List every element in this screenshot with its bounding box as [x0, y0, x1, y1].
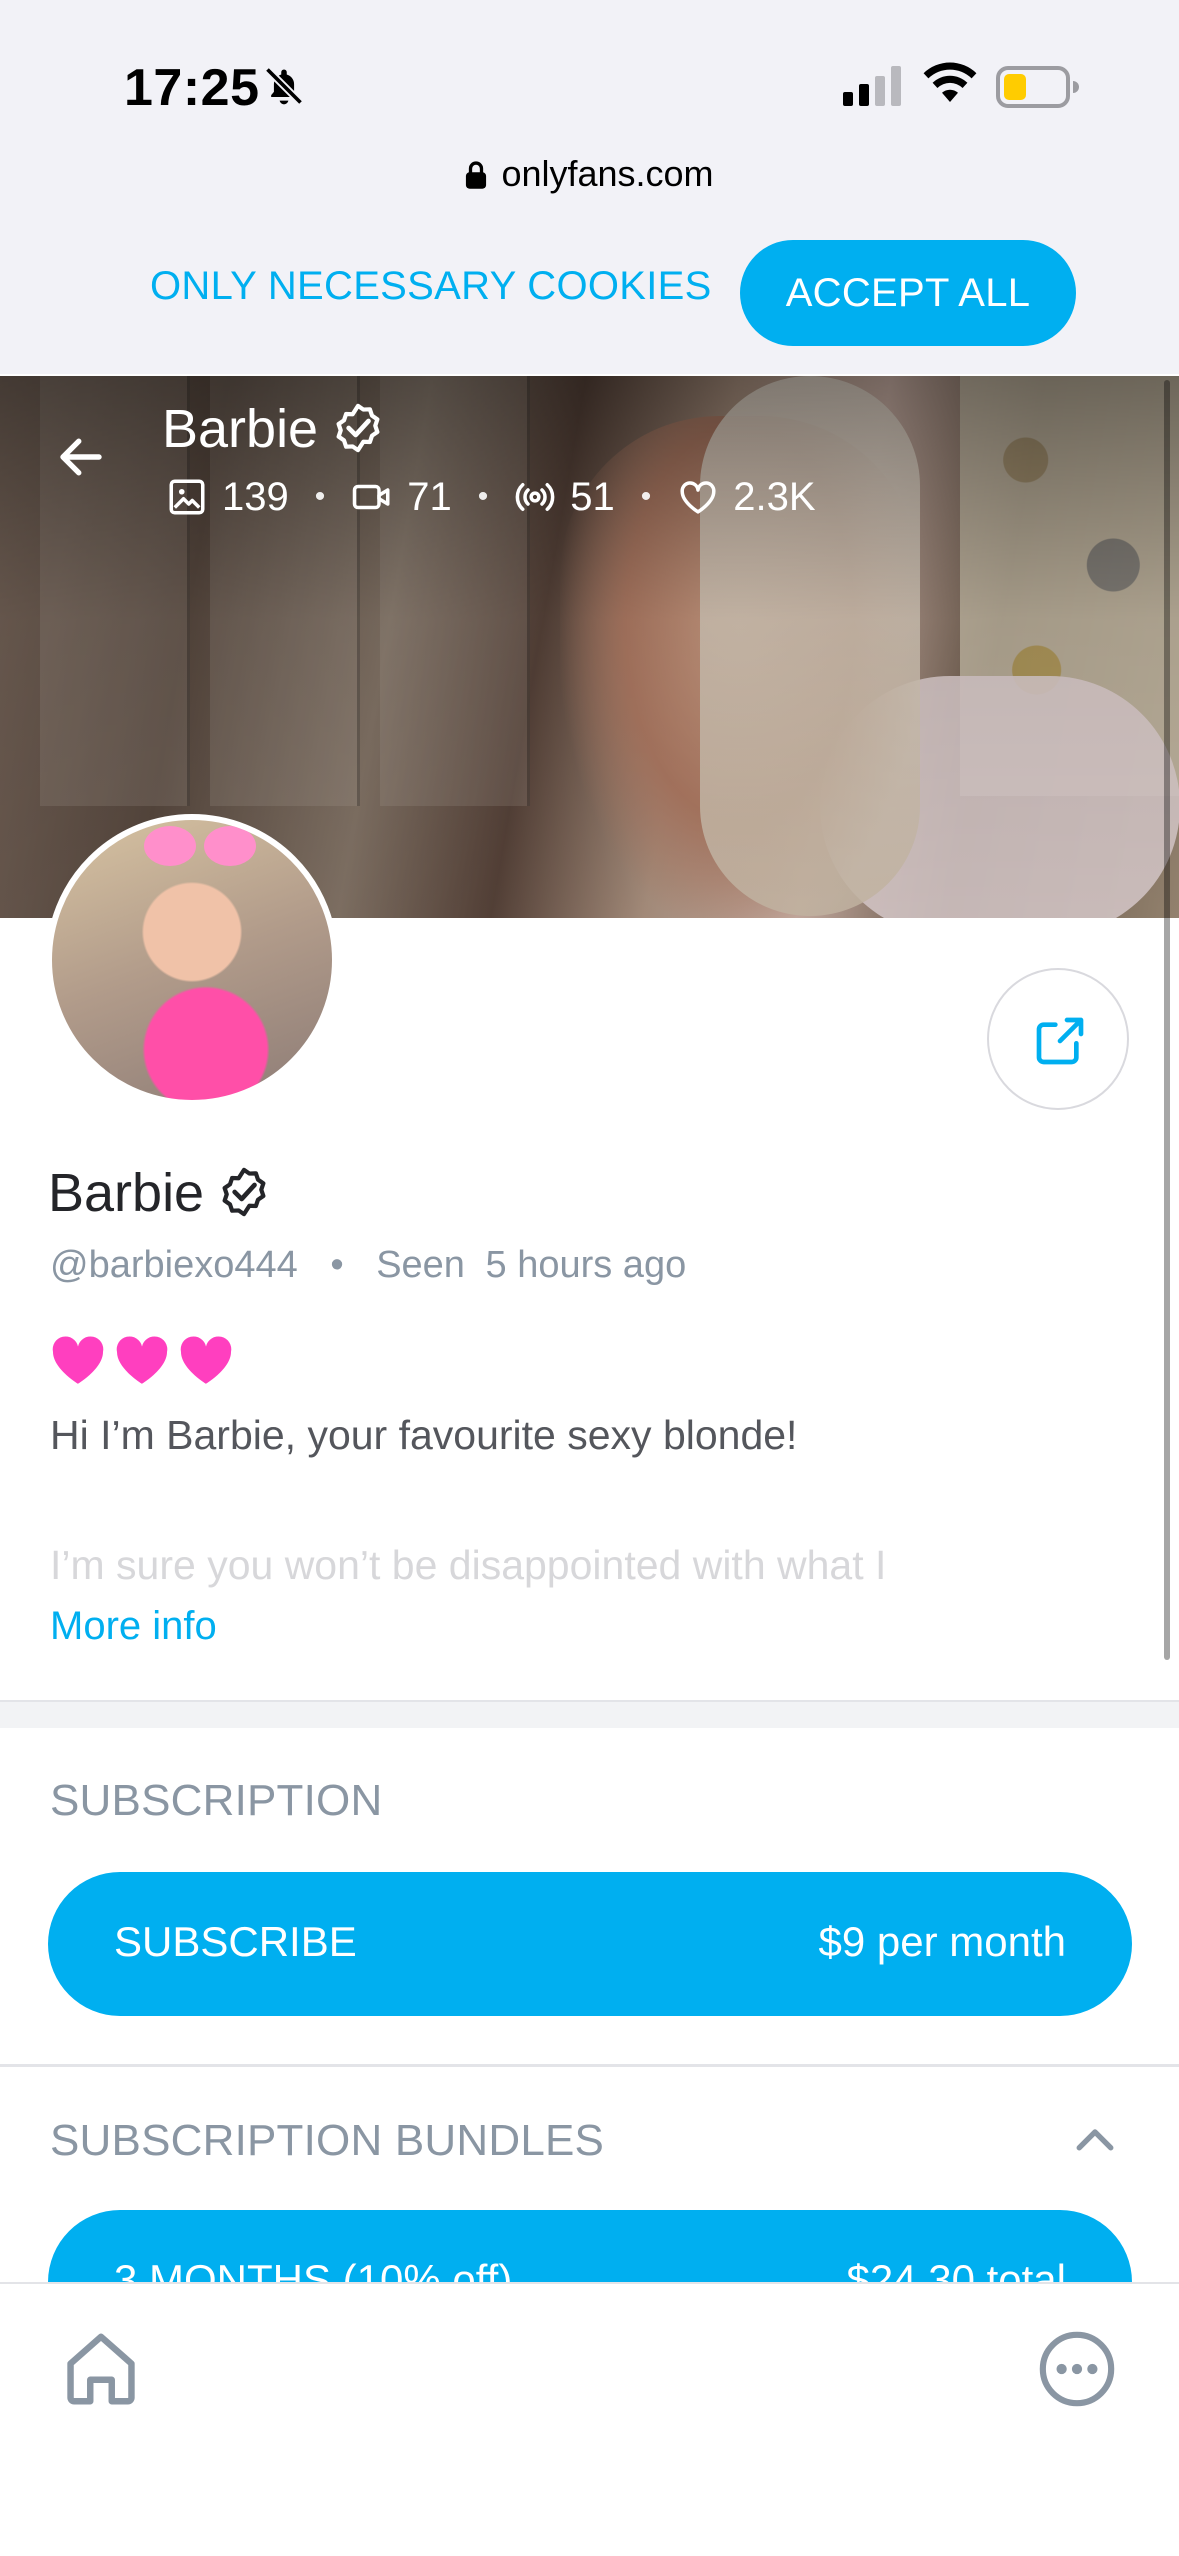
stats-separator: •: [314, 480, 326, 513]
heart-icon: [680, 481, 716, 514]
profile-handle-row: @barbiexo444 • Seen 5 hours ago: [50, 1244, 686, 1287]
handle-separator: •: [330, 1244, 344, 1286]
browser-top-bar: 17:25 onlyfans.com ONLY NECESSARY COOKIE…: [0, 0, 1179, 374]
seen-label: Seen: [376, 1244, 465, 1286]
stats-separator: •: [640, 480, 652, 513]
page-scrollbar[interactable]: [1164, 380, 1170, 1660]
url-text: onlyfans.com: [501, 153, 714, 194]
bundles-title: SUBSCRIPTION BUNDLES: [50, 2116, 605, 2165]
wifi-icon: [923, 62, 977, 102]
signal-icon: [843, 66, 901, 106]
profile-display-name: Barbie: [48, 1163, 205, 1223]
subscribe-button[interactable]: SUBSCRIBE $9 per month: [48, 1872, 1132, 2016]
bell-off-icon: [264, 66, 304, 106]
address-bar[interactable]: onlyfans.com: [0, 153, 1179, 195]
video-icon: [353, 484, 390, 510]
videos-count: 71: [407, 474, 452, 519]
subscribe-label: SUBSCRIBE: [114, 1918, 357, 1965]
image-icon: [169, 479, 205, 515]
avatar[interactable]: [46, 814, 338, 1106]
share-button[interactable]: [987, 968, 1129, 1110]
verified-icon: [336, 403, 380, 453]
stats-separator: •: [477, 480, 489, 513]
accept-all-cookies-button[interactable]: ACCEPT ALL: [740, 240, 1076, 346]
likes-count: 2.3K: [733, 474, 816, 519]
profile-handle: @barbiexo444: [50, 1244, 298, 1286]
verified-icon: [222, 1167, 266, 1217]
home-icon[interactable]: [58, 2326, 144, 2412]
lock-icon: [466, 161, 487, 189]
more-icon[interactable]: [1036, 2328, 1118, 2410]
more-info-link[interactable]: More info: [50, 1604, 217, 1649]
section-divider: [0, 1700, 1179, 1728]
profile-stats: 139 • 71 • 51 • 2.3K: [166, 470, 816, 524]
bunny-ears-decoration: [144, 826, 256, 866]
share-icon: [1036, 1017, 1084, 1065]
cover-display-name: Barbie: [162, 399, 319, 459]
bio-text-faded: I’m sure you won’t be disappointed with …: [50, 1548, 1050, 1588]
back-arrow-icon[interactable]: [54, 430, 108, 484]
stream-icon: [515, 483, 555, 511]
pink-heart-icon: [180, 1336, 232, 1384]
streams-count: 51: [570, 474, 615, 519]
photos-count: 139: [222, 474, 289, 519]
necessary-cookies-button[interactable]: ONLY NECESSARY COOKIES: [150, 264, 712, 309]
subscribe-price: $9 per month: [818, 1918, 1067, 1965]
section-divider: [0, 2064, 1179, 2067]
chevron-up-icon[interactable]: [1068, 2114, 1122, 2168]
bio-text-faded-line: I’m sure you won’t be disappointed with …: [50, 1548, 887, 1588]
bottom-nav: [0, 2282, 1179, 2556]
pink-heart-icon: [116, 1336, 168, 1384]
status-time: 17:25: [124, 59, 260, 117]
seen-time: 5 hours ago: [485, 1244, 687, 1286]
pink-heart-icon: [52, 1336, 104, 1384]
bio-text: Hi I’m Barbie, your favourite sexy blond…: [50, 1412, 798, 1458]
bio-hearts: [48, 1330, 236, 1394]
battery-icon: [996, 66, 1079, 108]
subscription-title: SUBSCRIPTION: [50, 1776, 383, 1825]
